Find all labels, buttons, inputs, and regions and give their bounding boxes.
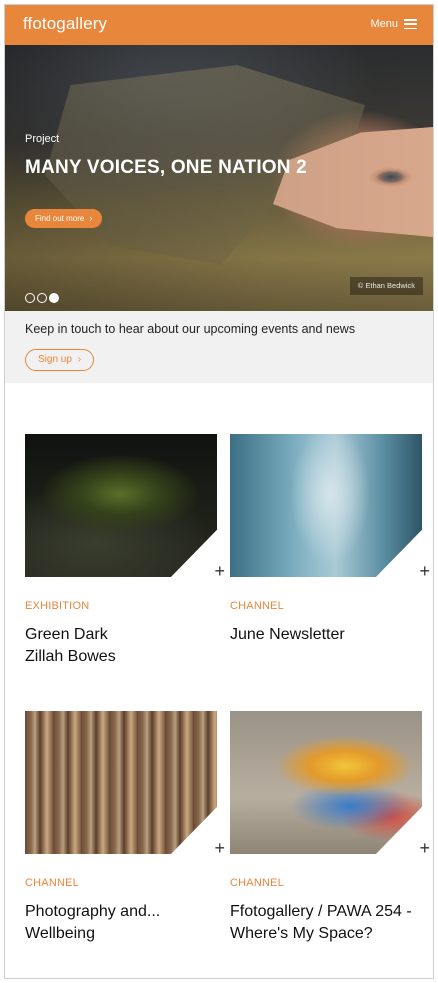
slider-dot-1[interactable] <box>25 293 35 303</box>
photo-credit: © Ethan Bedwick <box>349 277 423 295</box>
chevron-right-icon: › <box>77 354 82 365</box>
newsletter-text: Keep in touch to hear about our upcoming… <box>25 322 356 336</box>
plus-icon[interactable]: + <box>419 839 430 857</box>
sign-up-button[interactable]: Sign up › <box>25 349 95 371</box>
menu-label: Menu <box>370 18 398 30</box>
card-category: CHANNEL <box>230 600 284 612</box>
card-title[interactable]: Photography and... Wellbeing <box>25 901 205 945</box>
hero-title: MANY VOICES, ONE NATION 2 <box>25 157 307 178</box>
slider-dot-2[interactable] <box>37 293 47 303</box>
site-logo[interactable]: ffotogallery <box>23 14 107 34</box>
card-image[interactable] <box>230 434 422 577</box>
chevron-right-icon: › <box>89 213 93 223</box>
find-out-more-button[interactable]: Find out more › <box>25 209 103 228</box>
card-title[interactable]: Ffotogallery / PAWA 254 - Where's My Spa… <box>230 901 425 945</box>
page-frame: ffotogallery Menu Project MANY VOICES, O… <box>4 4 434 979</box>
menu-button[interactable]: Menu <box>370 18 417 30</box>
card-category: CHANNEL <box>25 877 79 889</box>
card-category: EXHIBITION <box>25 600 90 612</box>
slider-dot-3[interactable] <box>49 293 59 303</box>
hero-kicker: Project <box>25 133 60 145</box>
plus-icon[interactable]: + <box>419 562 430 580</box>
card-title[interactable]: Green Dark <box>25 624 225 646</box>
plus-icon[interactable]: + <box>214 839 225 857</box>
card-category: CHANNEL <box>230 877 284 889</box>
hero-slider[interactable]: Project MANY VOICES, ONE NATION 2 Find o… <box>5 45 433 311</box>
newsletter-strip: Keep in touch to hear about our upcoming… <box>5 311 433 383</box>
plus-icon[interactable]: + <box>214 562 225 580</box>
slider-dots <box>25 293 59 303</box>
card-subtitle: Zillah Bowes <box>25 648 116 665</box>
card-image[interactable] <box>230 711 422 854</box>
site-header: ffotogallery Menu <box>5 5 433 45</box>
hamburger-icon <box>404 19 417 29</box>
card-title[interactable]: June Newsletter <box>230 624 430 646</box>
card-image[interactable] <box>25 434 217 577</box>
card-image[interactable] <box>25 711 217 854</box>
